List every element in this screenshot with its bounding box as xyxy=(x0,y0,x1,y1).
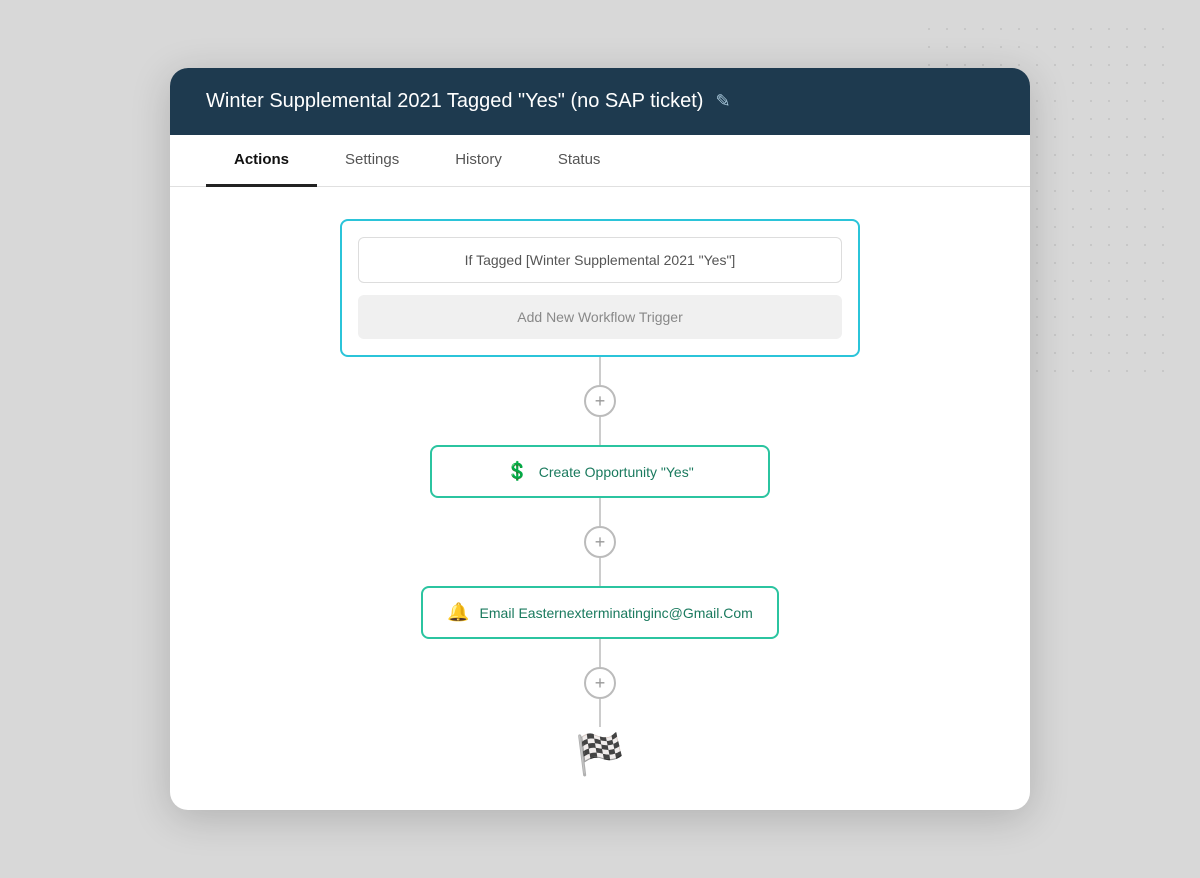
trigger-box: If Tagged [Winter Supplemental 2021 "Yes… xyxy=(340,219,860,357)
tabs-bar: Actions Settings History Status xyxy=(170,135,1030,187)
card-body: If Tagged [Winter Supplemental 2021 "Yes… xyxy=(170,187,1030,810)
connector-line-3 xyxy=(599,639,601,667)
connector-2: + xyxy=(584,498,616,586)
connector-line-3b xyxy=(599,699,601,727)
connector-line-2 xyxy=(599,498,601,526)
opportunity-icon: 💲 xyxy=(506,461,528,482)
card-title: Winter Supplemental 2021 Tagged "Yes" (n… xyxy=(206,90,703,113)
edit-icon[interactable]: ✎ xyxy=(715,91,730,112)
card-header: Winter Supplemental 2021 Tagged "Yes" (n… xyxy=(170,68,1030,135)
action-node-1[interactable]: 💲 Create Opportunity "Yes" xyxy=(430,445,770,498)
tab-status[interactable]: Status xyxy=(530,135,629,187)
connector-1: + xyxy=(584,357,616,445)
tab-history[interactable]: History xyxy=(427,135,530,187)
connector-line-1 xyxy=(599,357,601,385)
connector-line-1b xyxy=(599,417,601,445)
main-card: Winter Supplemental 2021 Tagged "Yes" (n… xyxy=(170,68,1030,810)
add-step-button-1[interactable]: + xyxy=(584,385,616,417)
action-label-2: Email Easternexterminatinginc@Gmail.Com xyxy=(480,605,753,621)
add-step-button-2[interactable]: + xyxy=(584,526,616,558)
tab-settings[interactable]: Settings xyxy=(317,135,427,187)
outer-wrapper: Winter Supplemental 2021 Tagged "Yes" (n… xyxy=(0,0,1200,878)
add-trigger-button[interactable]: Add New Workflow Trigger xyxy=(358,295,842,339)
email-icon: 🔔 xyxy=(447,602,469,623)
finish-flag-icon: 🏁 xyxy=(575,731,625,778)
connector-line-2b xyxy=(599,558,601,586)
add-step-button-3[interactable]: + xyxy=(584,667,616,699)
action-label-1: Create Opportunity "Yes" xyxy=(539,464,694,480)
trigger-condition[interactable]: If Tagged [Winter Supplemental 2021 "Yes… xyxy=(358,237,842,283)
connector-3: + xyxy=(584,639,616,727)
action-node-2[interactable]: 🔔 Email Easternexterminatinginc@Gmail.Co… xyxy=(421,586,779,639)
tab-actions[interactable]: Actions xyxy=(206,135,317,187)
